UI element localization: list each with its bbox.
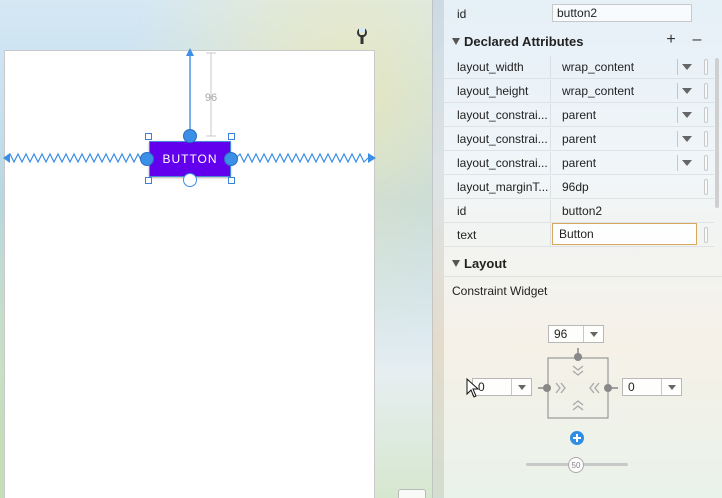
- attribute-row[interactable]: layout_height wrap_content: [444, 79, 714, 103]
- attributes-panel: id button2 Declared Attributes + – layou…: [444, 0, 722, 498]
- top-margin-value: 96: [554, 327, 568, 341]
- chevron-down-icon[interactable]: [682, 87, 692, 94]
- chevron-down-icon[interactable]: [682, 159, 692, 166]
- zoom-control[interactable]: [398, 489, 426, 498]
- chevron-down-icon: [452, 260, 460, 267]
- resource-picker[interactable]: [704, 154, 708, 171]
- attribute-row[interactable]: id button2: [444, 199, 714, 223]
- attribute-name: id: [457, 7, 467, 21]
- resource-picker[interactable]: [704, 226, 708, 243]
- resource-picker[interactable]: [704, 178, 708, 195]
- resize-handle-bottom-left[interactable]: [145, 177, 152, 184]
- attribute-name: layout_height: [457, 83, 529, 98]
- minus-icon[interactable]: –: [688, 31, 706, 49]
- button-widget[interactable]: BUTTON: [149, 141, 231, 177]
- attribute-value[interactable]: button2: [550, 199, 714, 222]
- attribute-row[interactable]: layout_constrai... parent: [444, 127, 714, 151]
- attribute-name: layout_constrai...: [457, 155, 548, 170]
- resize-handle-top-left[interactable]: [145, 133, 152, 140]
- attribute-value[interactable]: 96dp: [550, 175, 714, 198]
- left-margin-combo[interactable]: 0: [472, 378, 532, 396]
- divider: [677, 82, 678, 99]
- divider: [677, 58, 678, 75]
- declared-attributes-header[interactable]: Declared Attributes + –: [444, 28, 722, 54]
- chevron-down-icon[interactable]: [682, 111, 692, 118]
- divider: [677, 106, 678, 123]
- value-text: wrap_content: [562, 83, 635, 98]
- attribute-name: id: [457, 203, 467, 218]
- divider: [677, 130, 678, 147]
- attribute-row[interactable]: layout_constrai... parent: [444, 103, 714, 127]
- chevron-down-icon: [452, 37, 460, 45]
- attribute-name: layout_width: [457, 59, 524, 74]
- attribute-value[interactable]: wrap_content: [550, 79, 714, 102]
- attribute-row[interactable]: layout_width wrap_content: [444, 55, 714, 79]
- attribute-row[interactable]: layout_marginT... 96dp: [444, 175, 714, 199]
- resource-picker[interactable]: [704, 106, 708, 123]
- plus-icon[interactable]: +: [662, 31, 680, 49]
- design-surface[interactable]: 96 BUTTON: [0, 0, 432, 498]
- resize-handle-bottom-right[interactable]: [228, 177, 235, 184]
- layout-header[interactable]: Layout: [444, 251, 722, 277]
- text-value-input[interactable]: Button: [552, 223, 697, 245]
- bias-slider-thumb[interactable]: 50: [568, 457, 584, 473]
- value-text: parent: [562, 107, 597, 122]
- anchor-bottom[interactable]: [183, 173, 197, 187]
- id-field[interactable]: button2: [552, 4, 692, 22]
- attribute-row[interactable]: layout_constrai... parent: [444, 151, 714, 175]
- anchor-right[interactable]: [224, 152, 238, 166]
- panel-splitter[interactable]: [432, 0, 444, 498]
- constraint-widget-label: Constraint Widget: [452, 284, 548, 298]
- attribute-value[interactable]: parent: [550, 151, 714, 174]
- divider: [677, 154, 678, 171]
- attribute-value[interactable]: parent: [550, 103, 714, 126]
- value-text: wrap_content: [562, 59, 635, 74]
- attribute-name: layout_constrai...: [457, 107, 548, 122]
- value-text: parent: [562, 155, 597, 170]
- cursor-icon: [466, 378, 480, 398]
- attribute-name: layout_marginT...: [457, 179, 549, 194]
- margin-top-label: 96: [204, 92, 218, 104]
- value-text: 96dp: [562, 179, 589, 194]
- resource-picker[interactable]: [704, 130, 708, 147]
- chevron-down-icon[interactable]: [682, 135, 692, 142]
- resource-picker[interactable]: [704, 82, 708, 99]
- attribute-value[interactable]: parent: [550, 127, 714, 150]
- anchor-top[interactable]: [183, 129, 197, 143]
- section-title: Declared Attributes: [464, 33, 584, 49]
- constraint-widget-diagram[interactable]: [524, 340, 664, 480]
- attribute-name: text: [457, 227, 477, 242]
- anchor-left[interactable]: [140, 152, 154, 166]
- section-title: Layout: [464, 256, 507, 271]
- vertical-scrollbar[interactable]: [713, 0, 722, 498]
- chevron-down-icon[interactable]: [682, 63, 692, 70]
- value-text: parent: [562, 131, 597, 146]
- value-text: button2: [562, 203, 603, 218]
- attribute-name: layout_constrai...: [457, 131, 548, 146]
- chevron-down-icon[interactable]: [661, 379, 681, 395]
- attribute-value[interactable]: wrap_content: [550, 55, 714, 78]
- resize-handle-top-right[interactable]: [228, 133, 235, 140]
- resource-picker[interactable]: [704, 58, 708, 75]
